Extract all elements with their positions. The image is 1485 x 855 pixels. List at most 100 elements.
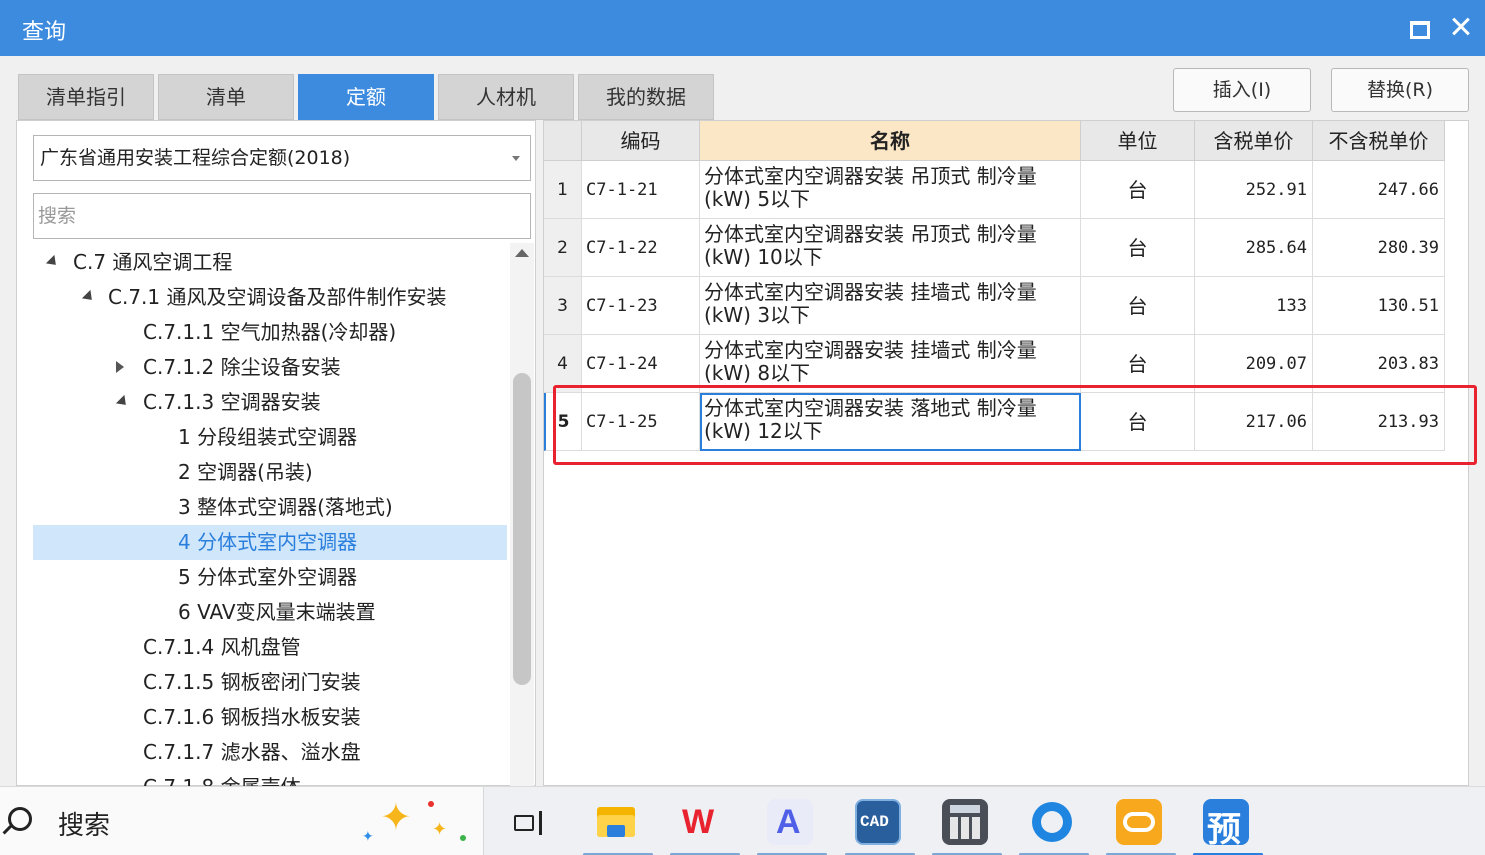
task-view-icon[interactable] [506, 799, 552, 845]
cell-name-line: 分体式室内空调器安装 挂墙式 制冷量 [704, 338, 1037, 362]
quota-tree: C.7 通风空调工程 C.7.1 通风及空调设备及部件制作安装 C.7.1.1 … [17, 243, 512, 787]
row-index[interactable]: 2 [544, 219, 582, 277]
tree-node-c7-1[interactable]: C.7.1 通风及空调设备及部件制作安装 [33, 280, 507, 315]
tree-node-label: 3 整体式空调器(落地式) [178, 495, 393, 519]
tree-node-item-2[interactable]: 2 空调器(吊装) [33, 455, 507, 490]
cell-name[interactable]: 分体式室内空调器安装 吊顶式 制冷量 (kW) 10以下 [700, 219, 1081, 277]
cell-unit[interactable]: 台 [1081, 161, 1195, 219]
cell-price-tax[interactable]: 285.64 [1195, 219, 1313, 277]
grid-corner-header [544, 121, 582, 161]
sparkle-icon: ✦ [380, 795, 412, 839]
cell-price-tax[interactable]: 252.91 [1195, 161, 1313, 219]
scroll-thumb[interactable] [513, 373, 531, 685]
browser-icon[interactable] [1029, 799, 1075, 845]
dot-icon [428, 801, 434, 807]
tab-quota[interactable]: 定额 [298, 74, 434, 120]
tree-node-label: C.7.1.1 空气加热器(冷却器) [143, 320, 397, 344]
expanded-triangle-icon[interactable] [115, 394, 131, 410]
cell-price-notax[interactable]: 247.66 [1313, 161, 1445, 219]
a-app-icon[interactable]: A [767, 799, 813, 845]
cell-name[interactable]: 分体式室内空调器安装 挂墙式 制冷量 (kW) 3以下 [700, 277, 1081, 335]
tree-node-label: 1 分段组装式空调器 [178, 425, 358, 449]
yu-app-icon[interactable]: 预 [1203, 799, 1249, 850]
quota-library-select[interactable]: 广东省通用安装工程综合定额(2018) [33, 135, 531, 181]
close-icon[interactable] [1446, 12, 1476, 42]
cell-code[interactable]: C7-1-22 [582, 219, 700, 277]
cell-unit[interactable]: 台 [1081, 219, 1195, 277]
cell-code[interactable]: C7-1-21 [582, 161, 700, 219]
cell-name[interactable]: 分体式室内空调器安装 吊顶式 制冷量 (kW) 5以下 [700, 161, 1081, 219]
quota-library-value: 广东省通用安装工程综合定额(2018) [40, 147, 351, 169]
tree-node-label: C.7.1.7 滤水器、溢水盘 [143, 740, 361, 764]
tab-bill-guide[interactable]: 清单指引 [18, 74, 154, 120]
insert-button[interactable]: 插入(I) [1173, 68, 1311, 112]
column-header-name[interactable]: 名称 [700, 121, 1081, 161]
window-title: 查询 [22, 20, 67, 45]
cloud-app-icon[interactable] [1116, 799, 1162, 845]
tree-node-item-1[interactable]: 1 分段组装式空调器 [33, 420, 507, 455]
tab-bill[interactable]: 清单 [158, 74, 294, 120]
cell-price-tax[interactable]: 133 [1195, 277, 1313, 335]
replace-button[interactable]: 替换(R) [1331, 68, 1469, 112]
tab-labor-material-machine[interactable]: 人材机 [438, 74, 574, 120]
row-index[interactable]: 3 [544, 277, 582, 335]
tree-node-label: C.7.1.5 钢板密闭门安装 [143, 670, 361, 694]
column-header-code[interactable]: 编码 [582, 121, 700, 161]
column-header-price-tax[interactable]: 含税单价 [1195, 121, 1313, 161]
cell-price-notax[interactable]: 280.39 [1313, 219, 1445, 277]
row-index[interactable]: 1 [544, 161, 582, 219]
tree-node-c7-1-7[interactable]: C.7.1.7 滤水器、溢水盘 [33, 735, 507, 770]
scroll-up-arrow-icon[interactable] [515, 249, 529, 257]
maximize-icon[interactable] [1402, 12, 1432, 42]
tab-my-data[interactable]: 我的数据 [578, 74, 714, 120]
tree-node-label: C.7.1 通风及空调设备及部件制作安装 [108, 285, 447, 309]
tree-node-c7-1-2[interactable]: C.7.1.2 除尘设备安装 [33, 350, 507, 385]
tree-node-label: C.7.1.2 除尘设备安装 [143, 355, 341, 379]
tree-node-label: 4 分体式室内空调器 [178, 530, 358, 554]
expanded-triangle-icon[interactable] [81, 289, 97, 305]
calculator-icon[interactable] [942, 799, 988, 845]
left-panel: 广东省通用安装工程综合定额(2018) 搜索 C.7 通风空调工程 C.7.1 … [16, 120, 536, 787]
tree-node-c7-1-1[interactable]: C.7.1.1 空气加热器(冷却器) [33, 315, 507, 350]
taskbar-search-label: 搜索 [58, 811, 111, 841]
cell-code[interactable]: C7-1-23 [582, 277, 700, 335]
collapsed-triangle-icon[interactable] [116, 361, 124, 373]
tree-scrollbar[interactable] [510, 243, 534, 787]
cell-name-line: (kW) 10以下 [704, 245, 823, 269]
tree-node-c7-1-5[interactable]: C.7.1.5 钢板密闭门安装 [33, 665, 507, 700]
cad-icon-text: CAD [860, 813, 889, 831]
tree-node-c7[interactable]: C.7 通风空调工程 [33, 245, 507, 280]
search-input[interactable]: 搜索 [33, 193, 531, 239]
highlight-box [553, 385, 1477, 465]
cad-icon[interactable]: CAD [855, 799, 901, 845]
cell-name-line: (kW) 8以下 [704, 361, 811, 385]
tree-node-c7-1-4[interactable]: C.7.1.4 风机盘管 [33, 630, 507, 665]
tree-node-c7-1-6[interactable]: C.7.1.6 钢板挡水板安装 [33, 700, 507, 735]
cell-name-line: (kW) 3以下 [704, 303, 811, 327]
tree-node-item-3[interactable]: 3 整体式空调器(落地式) [33, 490, 507, 525]
tree-node-label: C.7.1.4 风机盘管 [143, 635, 301, 659]
tree-node-label: 6 VAV变风量末端装置 [178, 600, 376, 624]
tree-node-item-4-selected[interactable]: 4 分体式室内空调器 [33, 525, 507, 560]
dot-icon [460, 835, 466, 841]
tree-node-label: C.7.1.3 空调器安装 [143, 390, 321, 414]
tree-node-c7-1-8[interactable]: C.7.1.8 金属壳体 [33, 770, 507, 787]
tree-node-label: C.7.1.6 钢板挡水板安装 [143, 705, 361, 729]
tree-node-item-6[interactable]: 6 VAV变风量末端装置 [33, 595, 507, 630]
column-header-price-notax[interactable]: 不含税单价 [1313, 121, 1445, 161]
cell-unit[interactable]: 台 [1081, 277, 1195, 335]
cell-name-line: 分体式室内空调器安装 吊顶式 制冷量 [704, 222, 1037, 246]
tree-node-c7-1-3[interactable]: C.7.1.3 空调器安装 [33, 385, 507, 420]
cell-name-line: 分体式室内空调器安装 挂墙式 制冷量 [704, 280, 1037, 304]
cell-price-notax[interactable]: 130.51 [1313, 277, 1445, 335]
column-header-unit[interactable]: 单位 [1081, 121, 1195, 161]
tree-node-label: 5 分体式室外空调器 [178, 565, 358, 589]
expanded-triangle-icon[interactable] [45, 254, 61, 270]
taskbar-search-box[interactable]: 搜索 ✦ ✦ ✦ [0, 787, 484, 855]
search-icon [8, 807, 32, 831]
cell-name-line: (kW) 5以下 [704, 187, 811, 211]
file-explorer-icon[interactable] [593, 799, 639, 845]
tree-node-label: 2 空调器(吊装) [178, 460, 313, 484]
wps-icon[interactable]: W [680, 799, 726, 845]
tree-node-item-5[interactable]: 5 分体式室外空调器 [33, 560, 507, 595]
